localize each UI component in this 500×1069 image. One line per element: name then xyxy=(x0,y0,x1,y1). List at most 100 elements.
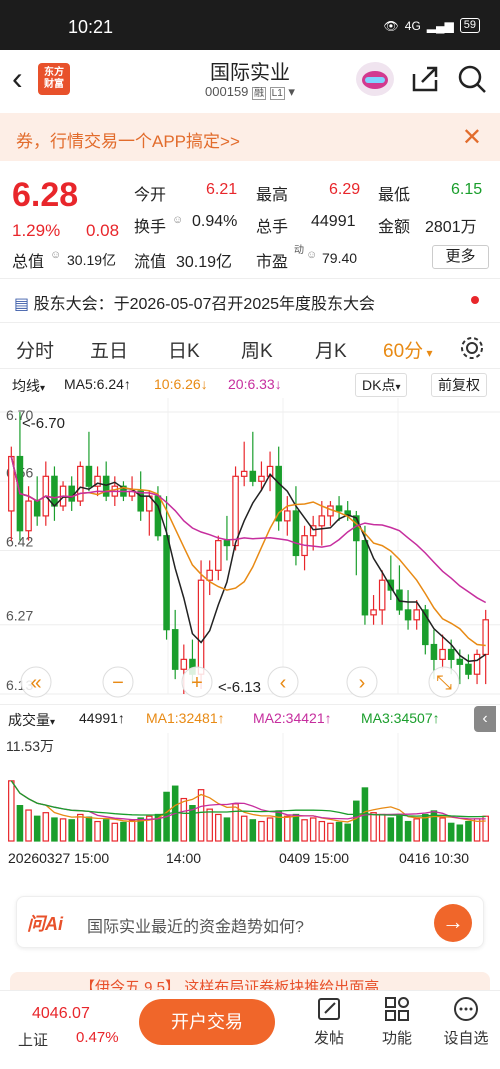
index-name[interactable]: 上证 xyxy=(18,1029,48,1050)
tab-60min[interactable]: 60分 ▾ xyxy=(383,336,433,363)
volume-bar xyxy=(215,813,222,842)
close-icon[interactable]: ✕ xyxy=(462,123,482,152)
edit-icon xyxy=(318,998,340,1020)
volume-bar xyxy=(327,822,334,842)
volume-bar xyxy=(387,817,395,842)
volume-bar xyxy=(232,803,239,842)
bottom-bar: 4046.07 上证 0.47% 开户交易 发帖 功能 设自选 xyxy=(0,990,500,1069)
tab-monthly-k[interactable]: 月K xyxy=(315,336,347,363)
zoom-in-icon-glyph: + xyxy=(191,672,203,694)
volume-select[interactable]: 成交量▾ xyxy=(8,710,55,730)
volume-bar xyxy=(335,821,343,842)
caret-down-icon: ▾ xyxy=(423,346,433,360)
volume-label: 总手 xyxy=(256,219,289,236)
prev-icon-glyph: ‹ xyxy=(280,672,287,694)
promo-banner[interactable]: 券，行情交易一个APP搞定>> ✕ xyxy=(0,113,500,161)
candle xyxy=(180,658,188,670)
function-button[interactable]: 功能 xyxy=(374,995,420,1048)
candle xyxy=(85,465,93,487)
vol-ma3: MA3:34507↑ xyxy=(361,710,440,726)
arrow-right-icon[interactable]: → xyxy=(434,904,472,942)
low-value: 6.15 xyxy=(451,181,483,198)
volume-bar xyxy=(25,809,32,842)
promo-text[interactable]: 券，行情交易一个APP搞定>> xyxy=(16,127,240,152)
candle xyxy=(378,579,386,611)
smile-icon[interactable]: ☺ xyxy=(172,214,183,226)
volume-bar xyxy=(473,818,481,842)
x-label: 0416 10:30 xyxy=(399,850,470,866)
adjust-button[interactable]: 前复权 xyxy=(431,373,487,397)
volume-bar xyxy=(42,812,50,842)
tab-daily-k[interactable]: 日K xyxy=(168,336,200,363)
smile-icon[interactable]: ☺ xyxy=(306,249,317,261)
tab-five-day[interactable]: 五日 xyxy=(90,336,128,363)
ma20-value: 20:6.33↓ xyxy=(228,376,282,392)
candle xyxy=(439,648,446,660)
collapse-arrow-icon[interactable]: ‹ xyxy=(474,706,496,732)
caret-down-icon: ▾ xyxy=(50,717,56,728)
candle xyxy=(25,500,32,532)
volume-bar xyxy=(206,808,213,842)
pe-super: 动 xyxy=(294,245,304,256)
volume-bar xyxy=(318,820,326,842)
current-price: 6.28 xyxy=(12,176,79,214)
status-time: 10:21 xyxy=(68,17,114,37)
divider xyxy=(0,278,500,279)
candlestick-chart[interactable]: 6.706.566.426.276.13<-6.70<-6.13«−+‹›⤡ xyxy=(0,398,500,703)
volume-bar xyxy=(111,822,119,842)
signal-icon: ▂▄▆ xyxy=(426,18,454,33)
total-mv-value: 30.19亿 xyxy=(67,252,117,268)
candle xyxy=(154,495,162,537)
share-icon[interactable] xyxy=(410,64,440,94)
tab-intraday[interactable]: 分时 xyxy=(16,336,54,363)
smile-icon[interactable]: ☺ xyxy=(50,249,61,261)
tab-weekly-k[interactable]: 周K xyxy=(241,336,273,363)
ai-question-box[interactable]: 问Ai 国际实业最近的资金趋势如何? → xyxy=(16,896,484,948)
ma-select[interactable]: 均线▾ xyxy=(12,376,45,396)
volume-value: 44991 xyxy=(311,213,356,230)
more-button[interactable]: 更多 xyxy=(432,245,489,269)
volume-bar xyxy=(102,819,110,842)
add-watchlist-button[interactable]: 设自选 xyxy=(440,995,492,1048)
ai-question[interactable]: 国际实业最近的资金趋势如何? xyxy=(87,913,304,937)
volume-bar xyxy=(249,819,257,842)
caret-down-icon[interactable]: ▾ xyxy=(288,84,295,99)
news-peek[interactable]: 【伊今五 9.5】 这样布局证券板块推给出面高 xyxy=(10,972,490,992)
divider xyxy=(0,704,500,705)
open-account-trade-button[interactable]: 开户交易 xyxy=(139,999,275,1045)
volume-bar xyxy=(180,797,188,842)
x-label: 0409 15:00 xyxy=(279,850,350,866)
volume-select-label: 成交量 xyxy=(8,712,50,728)
ai-assistant-avatar-icon[interactable] xyxy=(356,62,394,96)
volume-bar xyxy=(344,823,351,842)
candle xyxy=(232,475,239,547)
volume-bar xyxy=(370,812,377,842)
volume-bar xyxy=(33,815,41,842)
candle xyxy=(284,510,291,522)
dk-button-label: DK点 xyxy=(362,377,396,393)
post-button[interactable]: 发帖 xyxy=(306,995,352,1048)
expand-icon-glyph: ⤡ xyxy=(436,672,452,694)
level-tag: L1 xyxy=(269,87,285,100)
candle xyxy=(327,505,334,517)
meeting-notice[interactable]: ▤ 股东大会：于2026-05-07召开2025年度股东大会 xyxy=(14,290,375,314)
candle xyxy=(258,475,265,482)
calendar-icon: ▤ xyxy=(14,296,34,313)
change-pct: 1.29% xyxy=(12,221,61,240)
candle xyxy=(51,475,58,507)
index-value[interactable]: 4046.07 xyxy=(32,1005,90,1023)
low-label: 最低 xyxy=(378,187,411,204)
volume-bar xyxy=(309,817,317,842)
settings-gear-icon[interactable] xyxy=(459,335,485,361)
volume-bar xyxy=(128,820,136,842)
candle xyxy=(370,609,377,616)
search-icon[interactable] xyxy=(457,64,487,94)
meeting-text: 于2026-05-07召开2025年度股东大会 xyxy=(113,296,376,313)
dk-button[interactable]: DK点▾ xyxy=(355,373,408,397)
volume-bar xyxy=(465,820,472,842)
index-change[interactable]: 0.47% xyxy=(76,1029,119,1046)
high-value: 6.29 xyxy=(329,181,361,198)
volume-bar xyxy=(8,780,15,842)
status-bar: 10:21 👁 4G ▂▄▆ 59 xyxy=(0,0,500,50)
candle xyxy=(456,658,464,665)
